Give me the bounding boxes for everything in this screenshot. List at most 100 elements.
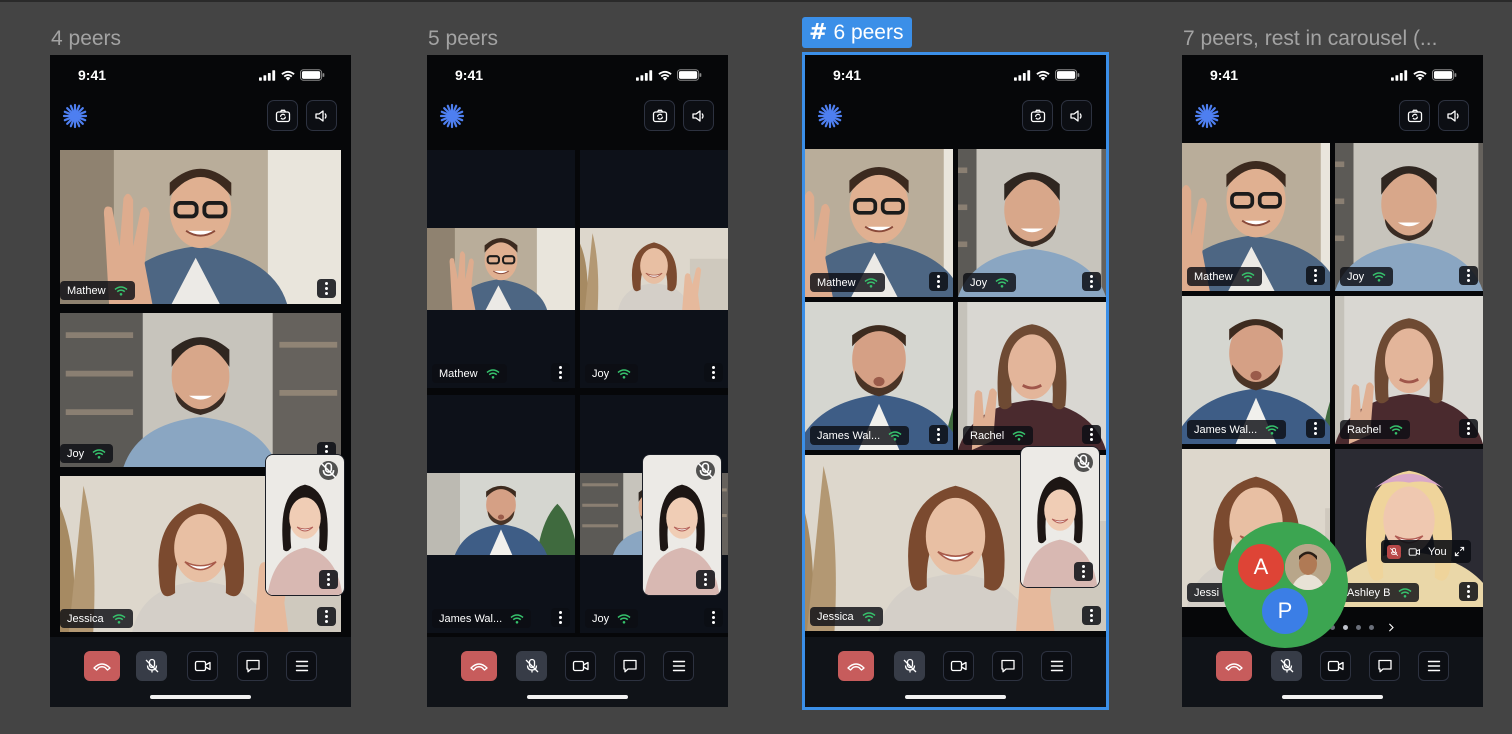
battery-icon <box>1055 69 1080 81</box>
carousel-dot-active[interactable] <box>1343 625 1348 630</box>
name-tag: Jessi <box>1187 583 1227 602</box>
leave-call-button[interactable] <box>461 651 497 681</box>
tile-more-button[interactable] <box>317 279 336 298</box>
carousel-dot[interactable] <box>1356 625 1361 630</box>
mic-toggle-button[interactable] <box>516 651 547 681</box>
video-tile-mathew[interactable]: Mathew <box>1182 143 1330 291</box>
call-controls <box>50 637 351 707</box>
video-tile-joy[interactable]: Joy <box>958 149 1106 297</box>
speaker-button[interactable] <box>683 100 714 131</box>
leave-call-button[interactable] <box>84 651 120 681</box>
video-tile-rachel[interactable]: Rachel <box>958 302 1106 450</box>
tile-more-button[interactable] <box>1459 266 1478 285</box>
home-indicator <box>527 695 628 699</box>
peer-name: James Wal... <box>817 429 881 442</box>
tile-more-button[interactable] <box>1306 266 1325 285</box>
tile-more-button[interactable] <box>551 608 570 627</box>
tile-more-button[interactable] <box>929 425 948 444</box>
switch-camera-button[interactable] <box>644 100 675 131</box>
status-time: 9:41 <box>833 67 862 83</box>
switch-camera-button[interactable] <box>267 100 298 131</box>
expand-icon[interactable] <box>1454 546 1465 557</box>
call-controls <box>805 637 1106 707</box>
tile-more-button[interactable] <box>1306 419 1325 438</box>
chevron-right-icon[interactable] <box>1387 622 1395 633</box>
video-tile-joy[interactable]: Joy <box>580 150 728 388</box>
tile-more-button[interactable] <box>317 607 336 626</box>
status-bar: 9:41 <box>427 55 728 95</box>
battery-icon <box>300 69 325 81</box>
tile-more-button[interactable] <box>1459 419 1478 438</box>
switch-camera-icon <box>1030 108 1046 124</box>
tile-more-button[interactable] <box>1082 606 1101 625</box>
wifi-status-icon <box>280 70 296 81</box>
video-toggle-button[interactable] <box>187 651 218 681</box>
peer-name: Joy <box>592 612 610 625</box>
carousel-pagination[interactable] <box>1330 622 1395 633</box>
video-toggle-button[interactable] <box>565 651 596 681</box>
carousel-dot[interactable] <box>1369 625 1374 630</box>
frame-label-6-peers-selected[interactable]: # 6 peers <box>802 17 913 48</box>
video-tile-joy[interactable]: Joy <box>60 313 341 467</box>
chat-button[interactable] <box>614 651 645 681</box>
video-tile-james[interactable]: James Wal... <box>1182 296 1330 444</box>
tile-more-button[interactable] <box>1082 272 1101 291</box>
mic-toggle-button[interactable] <box>1271 651 1302 681</box>
menu-button[interactable] <box>1418 651 1449 681</box>
switch-camera-button[interactable] <box>1022 100 1053 131</box>
speaker-icon <box>691 108 707 124</box>
chat-button[interactable] <box>992 651 1023 681</box>
video-tile-mathew[interactable]: Mathew <box>60 150 341 304</box>
video-toggle-button[interactable] <box>943 651 974 681</box>
tile-more-button[interactable] <box>1082 425 1101 444</box>
mic-toggle-button[interactable] <box>136 651 167 681</box>
connection-quality-icon <box>114 286 128 296</box>
video-tile-ashley[interactable]: Ashley B <box>1335 449 1483 607</box>
mic-toggle-button[interactable] <box>894 651 925 681</box>
video-tile-joy[interactable]: Joy <box>1335 143 1483 291</box>
video-tile-rachel[interactable]: Rachel <box>1335 296 1483 444</box>
self-view-tile[interactable] <box>642 454 722 596</box>
video-tile-mathew[interactable]: Mathew <box>805 149 953 297</box>
menu-button[interactable] <box>286 651 317 681</box>
tile-more-button[interactable] <box>929 272 948 291</box>
leave-call-button[interactable] <box>838 651 874 681</box>
self-view-tile[interactable] <box>265 454 345 596</box>
connection-quality-icon <box>486 369 500 379</box>
tile-more-button[interactable] <box>704 608 723 627</box>
video-toggle-button[interactable] <box>1320 651 1351 681</box>
menu-button[interactable] <box>1041 651 1072 681</box>
name-tag: Mathew <box>60 281 135 300</box>
peer-name: Jessica <box>67 612 104 625</box>
name-tag: Rachel <box>1340 420 1411 439</box>
mathew-video <box>427 228 575 310</box>
mic-off-icon <box>1074 453 1093 472</box>
mic-off-icon <box>1279 658 1295 674</box>
tile-more-button[interactable] <box>551 363 570 382</box>
avatar-p-initial: P <box>1277 598 1293 623</box>
speaker-button[interactable] <box>1061 100 1092 131</box>
self-view-more-button[interactable] <box>319 570 338 589</box>
self-view-more-button[interactable] <box>696 570 715 589</box>
mic-off-icon <box>1389 547 1399 557</box>
speaker-button[interactable] <box>1438 100 1469 131</box>
menu-button[interactable] <box>663 651 694 681</box>
self-view-tile[interactable] <box>1020 446 1100 588</box>
chat-button[interactable] <box>1369 651 1400 681</box>
chat-button[interactable] <box>237 651 268 681</box>
leave-call-button[interactable] <box>1216 651 1252 681</box>
connection-quality-icon <box>92 449 106 459</box>
self-view-more-button[interactable] <box>1074 562 1093 581</box>
tile-more-button[interactable] <box>704 363 723 382</box>
video-tile-james[interactable]: James Wal... <box>805 302 953 450</box>
video-tile-james[interactable]: James Wal... <box>427 395 575 633</box>
video-tile-mathew[interactable]: Mathew <box>427 150 575 388</box>
cellular-signal-icon <box>1391 70 1408 81</box>
tile-more-button[interactable] <box>1459 582 1478 601</box>
status-bar: 9:41 <box>1182 55 1483 95</box>
switch-camera-button[interactable] <box>1399 100 1430 131</box>
call-controls <box>427 637 728 707</box>
overflow-peers-avatar-cluster[interactable]: A P <box>1222 522 1348 648</box>
self-view-minimized[interactable]: You <box>1381 540 1471 563</box>
speaker-button[interactable] <box>306 100 337 131</box>
